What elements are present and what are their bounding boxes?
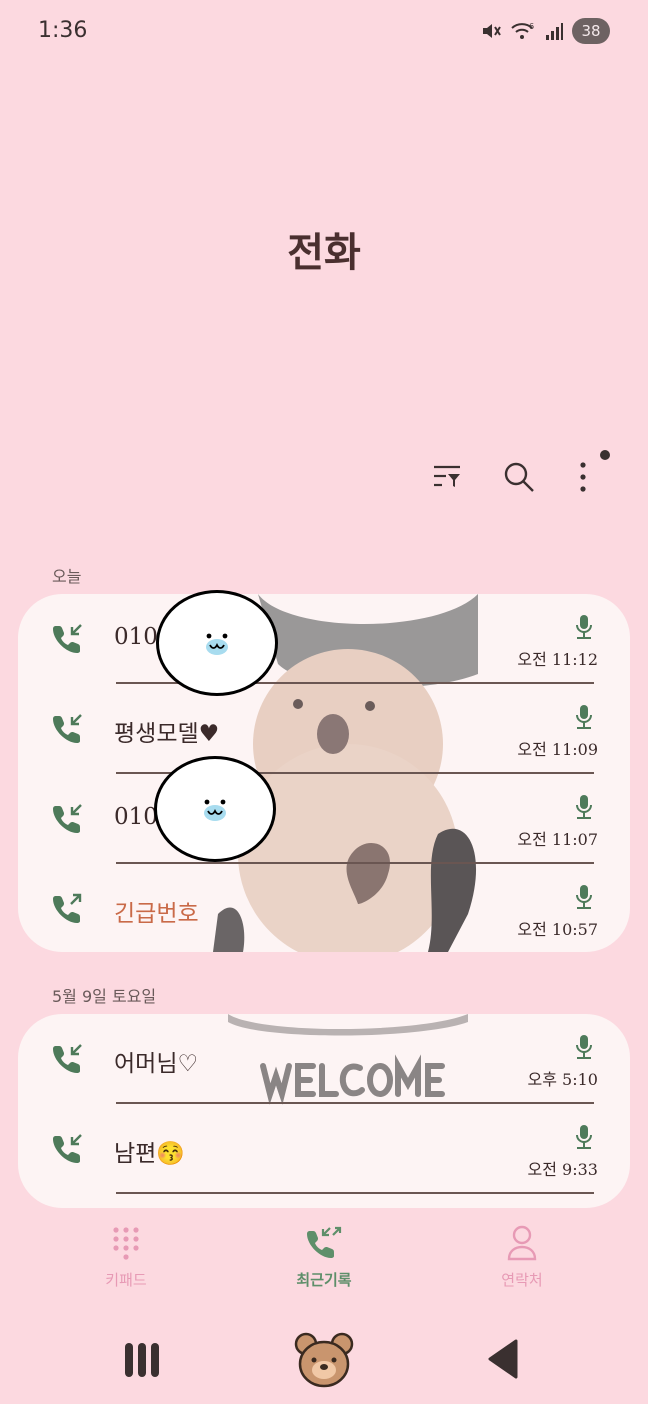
- bottom-navigation: 키패드 최근기록 연락처: [0, 1225, 648, 1305]
- contacts-person-icon: [507, 1225, 537, 1261]
- more-options-button[interactable]: [560, 454, 606, 500]
- recording-mic-icon[interactable]: [574, 1034, 594, 1060]
- section-label-date: 5월 9일 토요일: [52, 987, 157, 1006]
- notification-dot: [600, 450, 610, 460]
- status-bar: 1:36 6 38: [0, 0, 648, 64]
- battery-icon: 38: [572, 18, 610, 44]
- tab-keypad-label: 키패드: [105, 1271, 147, 1289]
- call-log-row[interactable]: 010- 오전 11:12: [18, 594, 630, 684]
- tab-contacts[interactable]: 연락처: [452, 1225, 592, 1290]
- wifi-icon: 6: [511, 22, 534, 39]
- call-log-row[interactable]: 평생모델♥ 오전 11:09: [18, 684, 630, 774]
- recording-mic-icon[interactable]: [574, 884, 594, 910]
- seal-face-icon: [206, 633, 228, 655]
- row-divider: [116, 1192, 594, 1194]
- recording-mic-icon[interactable]: [574, 614, 594, 640]
- page-title: 전화: [287, 229, 361, 276]
- call-contact-name: 남편😚: [114, 1141, 185, 1167]
- call-list-today: 010- 오전 11:12 평생모델♥ 오전 11:09 010- 오전 11:…: [18, 594, 630, 952]
- incoming-call-icon: [53, 714, 82, 743]
- recording-mic-icon[interactable]: [574, 1124, 594, 1150]
- mute-icon: [483, 24, 501, 38]
- recording-mic-icon[interactable]: [574, 794, 594, 820]
- tab-keypad[interactable]: 키패드: [56, 1225, 196, 1290]
- privacy-sticker: [156, 590, 278, 696]
- home-quokka-icon[interactable]: [294, 1330, 354, 1390]
- call-log-row[interactable]: 010- 오전 11:07: [18, 774, 630, 864]
- seal-face-icon: [204, 799, 226, 821]
- call-time: 오전 9:33: [527, 1160, 598, 1179]
- status-icons: 6 38: [480, 18, 610, 44]
- recent-apps-icon[interactable]: [122, 1340, 162, 1380]
- call-list-date: 어머님♡ 오후 5:10 남편😚 오전 9:33: [18, 1014, 630, 1208]
- call-time: 오전 11:09: [517, 740, 598, 759]
- status-time: 1:36: [38, 18, 88, 43]
- call-log-row[interactable]: 남편😚 오전 9:33: [18, 1104, 630, 1194]
- tab-contacts-label: 연락처: [501, 1271, 543, 1289]
- back-icon[interactable]: [486, 1338, 520, 1380]
- privacy-sticker: [154, 756, 276, 862]
- call-time: 오전 10:57: [517, 920, 598, 939]
- incoming-call-icon: [53, 624, 82, 653]
- search-button[interactable]: [496, 454, 542, 500]
- call-time: 오후 5:10: [527, 1070, 598, 1089]
- recording-mic-icon[interactable]: [574, 704, 594, 730]
- more-options-icon: [580, 462, 586, 492]
- call-contact-name: 어머님♡: [114, 1051, 199, 1077]
- signal-icon: [546, 23, 563, 40]
- incoming-call-icon: [53, 804, 82, 833]
- call-time: 오전 11:07: [517, 830, 598, 849]
- call-time: 오전 11:12: [517, 650, 598, 669]
- svg-text:6: 6: [529, 22, 534, 31]
- call-contact-name: 긴급번호: [114, 901, 199, 927]
- keypad-icon: [113, 1227, 139, 1260]
- call-log-row[interactable]: 어머님♡ 오후 5:10: [18, 1014, 630, 1104]
- section-label-today: 오늘: [52, 567, 82, 586]
- incoming-call-icon: [53, 1134, 82, 1163]
- search-icon: [504, 462, 534, 492]
- outgoing-call-icon: [53, 893, 82, 923]
- recents-call-icon: [307, 1226, 342, 1258]
- tab-recents-label: 최근기록: [296, 1271, 352, 1289]
- call-log-row[interactable]: 긴급번호 오전 10:57: [18, 864, 630, 952]
- filter-button[interactable]: [424, 454, 470, 500]
- system-navigation-bar: [0, 1320, 648, 1404]
- tab-recents[interactable]: 최근기록: [254, 1225, 394, 1290]
- incoming-call-icon: [53, 1044, 82, 1073]
- call-contact-name: 평생모델♥: [114, 721, 220, 747]
- filter-icon: [434, 465, 460, 487]
